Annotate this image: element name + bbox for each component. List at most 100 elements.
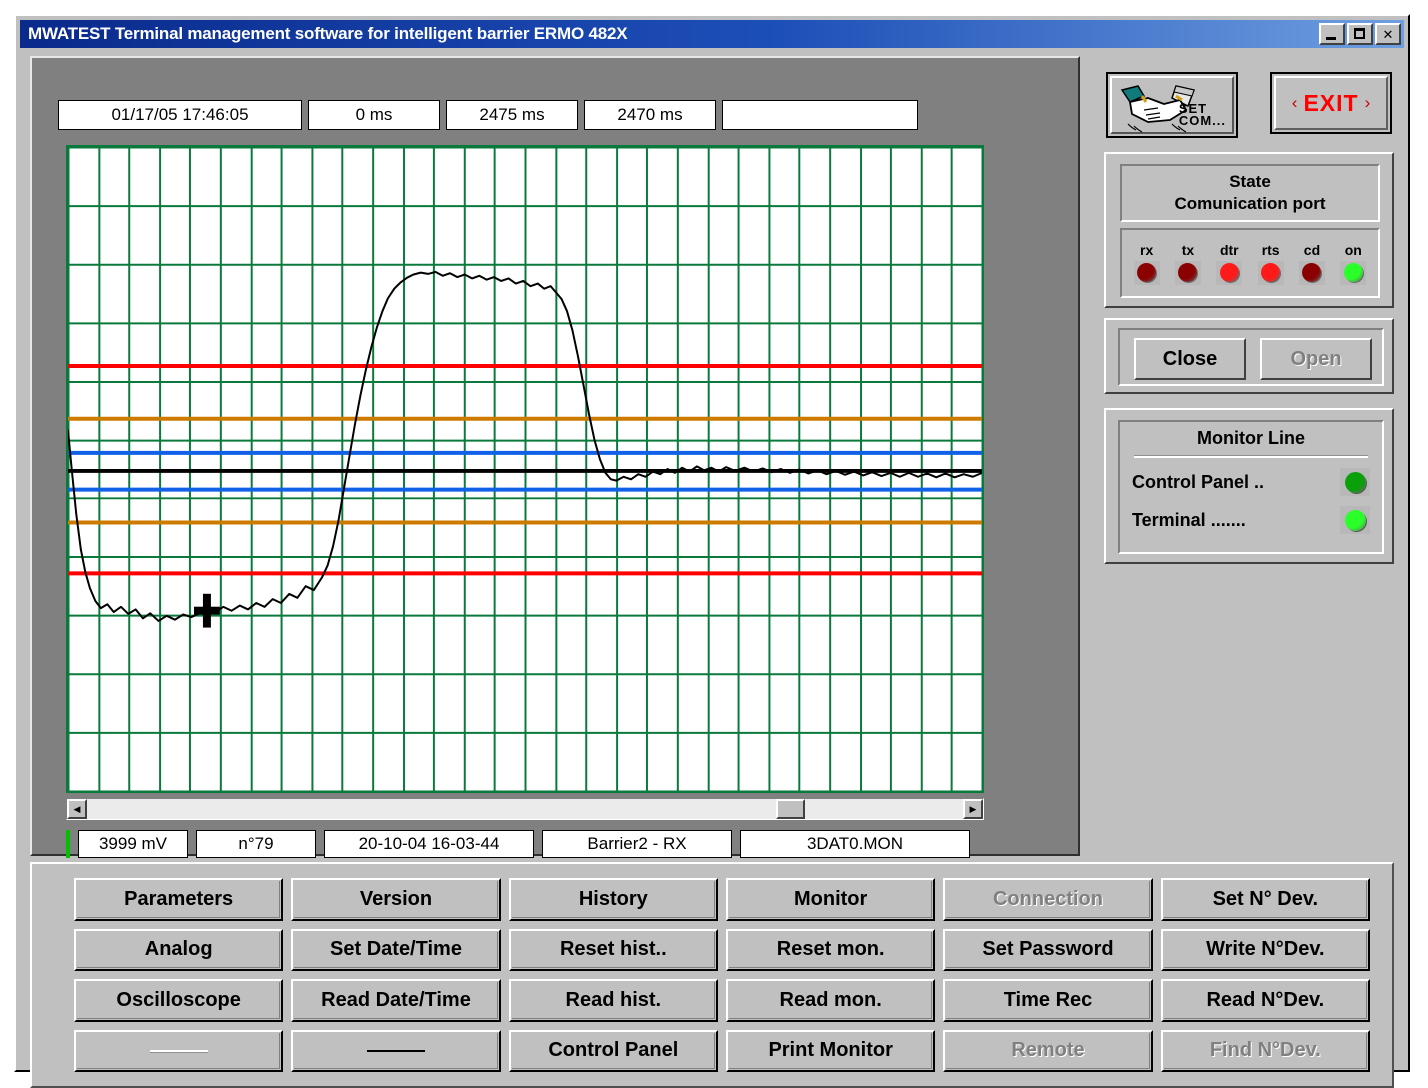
command-button-panel: Parameters Version History Monitor Connectio… [30,862,1394,1088]
button-label: Time Rec [1003,988,1093,1011]
field-timestamp: 01/17/05 17:46:05 [58,100,302,130]
scope-bottom-fields: 3999 mV n°79 20-10-04 16-03-44 Barrier2 … [66,830,970,858]
waveform-svg [68,147,982,791]
led-cell-cd: cd [1298,241,1325,285]
button-reset-mon[interactable]: Reset mon. [725,928,936,971]
field-sample-number: n°79 [196,830,316,858]
button-label: Read mon. [779,988,882,1011]
field-record-datetime: 20-10-04 16-03-44 [324,830,534,858]
exit-button[interactable]: ‹ EXIT › [1270,72,1392,134]
title-bar: MWATEST Terminal management software for… [20,20,1404,48]
maximize-button[interactable] [1347,23,1373,45]
button-time-rec[interactable]: Time Rec [943,979,1153,1022]
button-parameters[interactable]: Parameters [74,878,284,921]
button-reset-hist[interactable]: Reset hist.. [508,928,718,971]
minimize-button[interactable] [1319,23,1345,45]
led-row: rx tx dtr rts cd on [1122,230,1378,296]
led-pad-cd [1298,260,1325,285]
led-cell-rts: rts [1257,241,1284,285]
port-buttons-group: Close Open [1104,318,1394,394]
monitor-row-terminal-led-pad [1340,506,1370,534]
led-on-icon [1343,263,1363,282]
monitor-line-divider [1134,455,1368,458]
button-label: Print Monitor [768,1039,893,1062]
button-label: Remote [1011,1039,1085,1062]
button-label: Version [359,887,433,910]
button-label: Read hist. [565,988,662,1011]
scroll-right-button[interactable]: ▶ [963,799,983,819]
cursor-vertical-bar [202,593,211,628]
led-cell-tx: tx [1174,242,1201,285]
button-label: Parameters [124,887,234,910]
monitor-line-group: Monitor Line Control Panel .. Terminal .… [1104,408,1394,564]
button-label: Reset hist.. [559,938,667,961]
button-label: Analog [144,938,213,961]
led-tx-icon [1178,263,1198,282]
button-history[interactable]: History [508,878,718,921]
minimize-icon [1326,37,1336,40]
scroll-track[interactable] [87,799,963,819]
field-filename: 3DAT0.MON [740,830,970,858]
command-button-grid: Parameters Version History Monitor Connectio… [74,878,1370,1072]
button-label: Oscilloscope [116,988,241,1011]
button-label: Reset mon. [776,938,885,961]
scroll-thumb[interactable] [775,799,806,819]
led-pad-rts [1257,260,1284,285]
button-find-n-dev: Find N°Dev. [1160,1029,1370,1072]
scroll-left-button[interactable]: ◀ [67,799,87,819]
field-voltage: 3999 mV [78,830,188,858]
monitor-row-terminal: Terminal ....... [1132,506,1370,534]
button-read-mon[interactable]: Read mon. [725,979,936,1022]
button-monitor[interactable]: Monitor [725,878,936,921]
monitor-row-control-panel: Control Panel .. [1132,468,1370,496]
close-port-button[interactable]: Close [1134,338,1246,380]
window-title: MWATEST Terminal management software for… [28,24,628,43]
exit-button-face: ‹ EXIT › [1274,76,1388,130]
field-extra [722,100,918,130]
field-channel: Barrier2 - RX [542,830,732,858]
button-print-monitor[interactable]: Print Monitor [725,1029,936,1072]
exit-label: EXIT [1303,89,1359,116]
button-set-date-time[interactable]: Set Date/Time [291,928,501,971]
terminal-led [1344,509,1366,531]
button-version[interactable]: Version [291,878,501,921]
led-label-on: on [1344,241,1362,258]
led-pad-rx [1133,260,1160,285]
set-com-button[interactable]: SET COM... [1106,72,1238,138]
button-label: Find N°Dev. [1209,1039,1321,1062]
button-set-password[interactable]: Set Password [943,928,1153,971]
button-read-n-dev[interactable]: Read N°Dev. [1160,979,1370,1022]
button-blank-2[interactable] [291,1029,501,1072]
button-set-n-dev[interactable]: Set N° Dev. [1160,878,1370,921]
button-analog[interactable]: Analog [74,928,284,971]
button-oscilloscope[interactable]: Oscilloscope [74,979,284,1022]
status-tick [66,830,70,858]
led-cell-on: on [1340,241,1367,285]
led-label-cd: cd [1303,241,1321,258]
monitor-line-inner: Monitor Line Control Panel .. Terminal .… [1118,420,1384,554]
led-cell-rx: rx [1133,242,1160,285]
button-write-n-dev[interactable]: Write N°Dev. [1160,928,1370,971]
button-control-panel[interactable]: Control Panel [508,1029,718,1072]
button-read-hist[interactable]: Read hist. [508,979,718,1022]
led-dtr-icon [1219,263,1239,282]
button-placeholder-dash [366,1049,425,1052]
close-icon: ✕ [1382,26,1394,42]
button-label: Control Panel [548,1039,679,1062]
plot-scrollbar[interactable]: ◀ ▶ [66,798,984,820]
exit-left-chevron-icon: ‹ [1291,93,1298,112]
control-panel-led [1344,471,1366,493]
led-label-rts: rts [1261,241,1280,258]
led-panel: rx tx dtr rts cd on [1120,228,1380,298]
button-read-date-time[interactable]: Read Date/Time [291,979,501,1022]
button-label: Set N° Dev. [1212,887,1319,910]
led-cell-dtr: dtr [1216,242,1243,285]
led-pad-on [1340,260,1367,285]
close-button[interactable]: ✕ [1375,23,1401,45]
client-area: 01/17/05 17:46:05 0 ms 2475 ms 2470 ms ◀ [22,50,1402,1088]
monitor-row-terminal-label: Terminal ....... [1132,509,1246,530]
waveform-plot[interactable] [66,145,984,793]
set-com-button-face: SET COM... [1110,76,1234,134]
button-label: Monitor [794,887,868,910]
scope-top-fields: 01/17/05 17:46:05 0 ms 2475 ms 2470 ms [58,100,918,130]
